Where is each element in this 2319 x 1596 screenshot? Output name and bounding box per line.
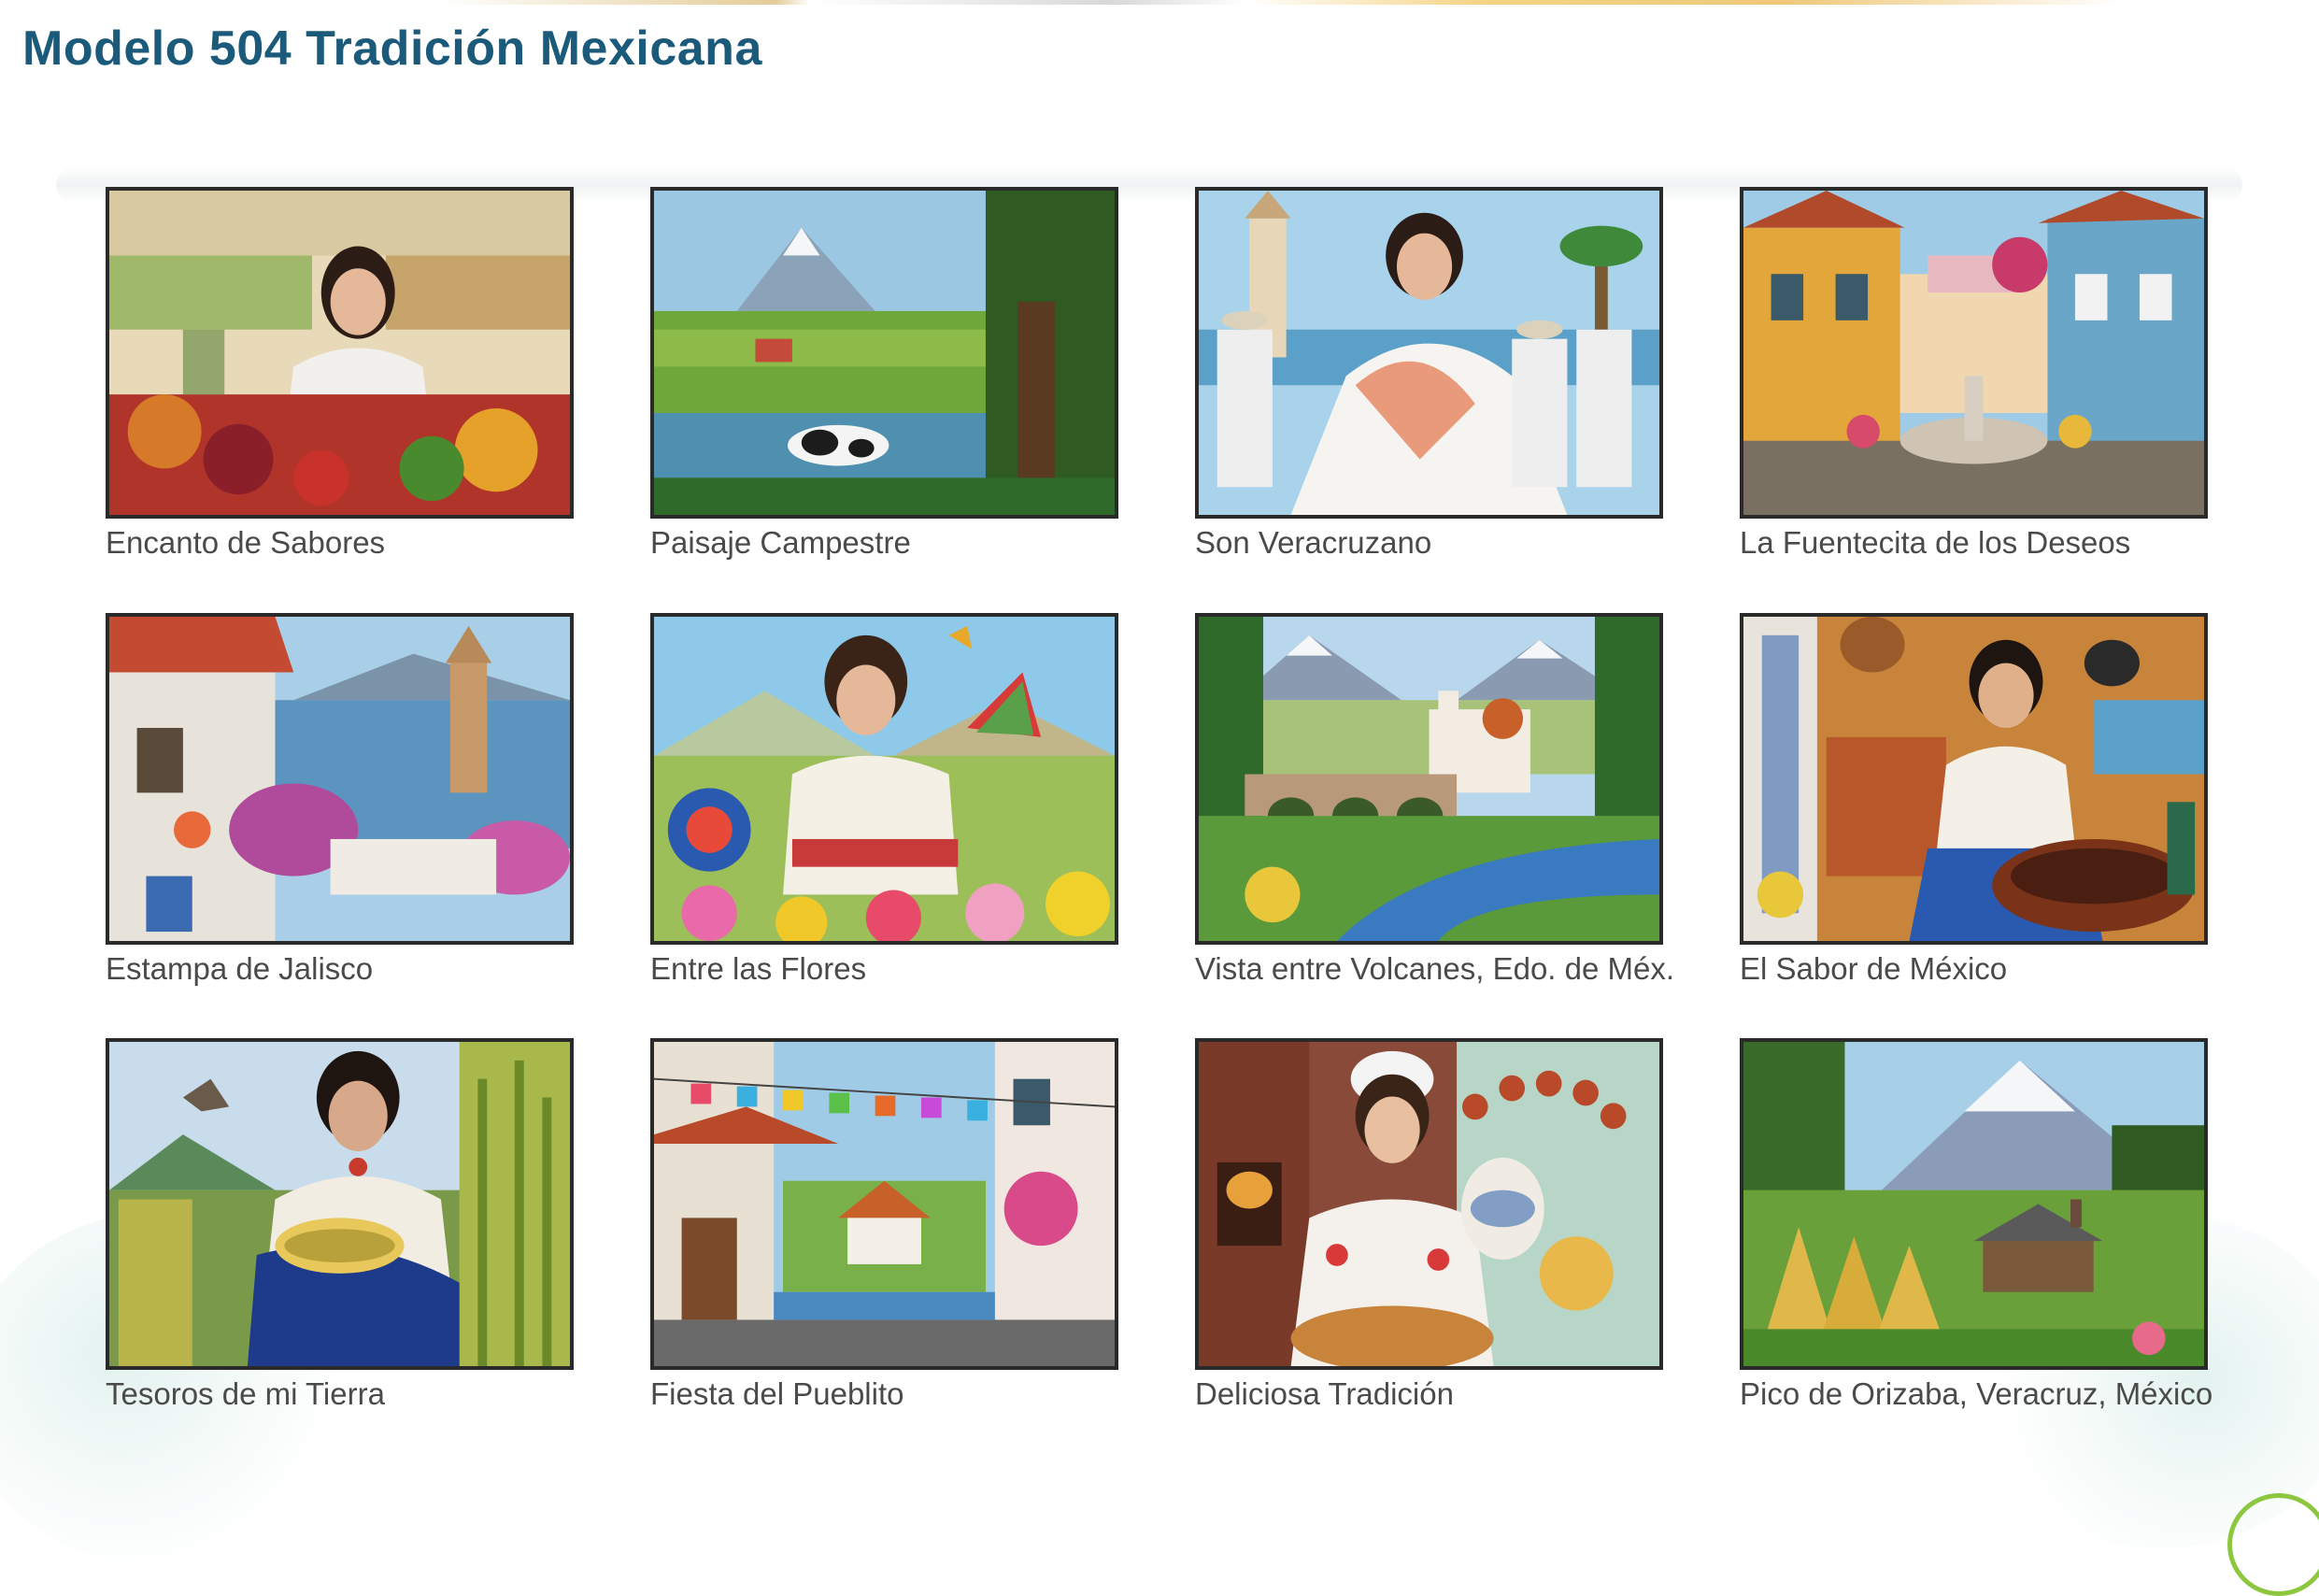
painting-image bbox=[1195, 1038, 1663, 1371]
page-title: Modelo 504 Tradición Mexicana bbox=[22, 21, 762, 76]
painting-image bbox=[1195, 187, 1663, 519]
painting-card[interactable]: Vista entre Volcanes, Edo. de Méx. bbox=[1195, 612, 1675, 988]
painting-grid: Encanto de Sabores Paisaje Campestre Son… bbox=[106, 187, 2213, 1413]
painting-image bbox=[1740, 612, 2208, 945]
painting-card[interactable]: Son Veracruzano bbox=[1195, 187, 1663, 562]
painting-card[interactable]: Estampa de Jalisco bbox=[106, 612, 574, 988]
painting-title: El Sabor de México bbox=[1740, 950, 2008, 986]
painting-card[interactable]: Fiesta del Pueblito bbox=[650, 1038, 1118, 1413]
painting-title: Son Veracruzano bbox=[1195, 525, 1432, 560]
painting-card[interactable]: Encanto de Sabores bbox=[106, 187, 574, 562]
painting-card[interactable]: La Fuentecita de los Deseos bbox=[1740, 187, 2208, 562]
painting-title: Estampa de Jalisco bbox=[106, 950, 374, 986]
painting-card[interactable]: Pico de Orizaba, Veracruz, México bbox=[1740, 1038, 2213, 1413]
painting-title: Deliciosa Tradición bbox=[1195, 1376, 1454, 1412]
painting-image bbox=[106, 1038, 574, 1371]
painting-image bbox=[1195, 612, 1663, 945]
top-decorative-strip bbox=[439, 0, 2121, 5]
painting-card[interactable]: Entre las Flores bbox=[650, 612, 1118, 988]
painting-card[interactable]: Paisaje Campestre bbox=[650, 187, 1118, 562]
corner-logo bbox=[2227, 1493, 2319, 1596]
painting-title: Entre las Flores bbox=[650, 950, 867, 986]
painting-card[interactable]: Deliciosa Tradición bbox=[1195, 1038, 1663, 1413]
painting-image bbox=[1740, 187, 2208, 519]
painting-image bbox=[106, 612, 574, 945]
painting-title: Paisaje Campestre bbox=[650, 525, 911, 560]
painting-image bbox=[650, 1038, 1118, 1371]
painting-title: La Fuentecita de los Deseos bbox=[1740, 525, 2131, 560]
painting-card[interactable]: El Sabor de México bbox=[1740, 612, 2208, 988]
painting-image bbox=[650, 612, 1118, 945]
painting-card[interactable]: Tesoros de mi Tierra bbox=[106, 1038, 574, 1413]
painting-title: Tesoros de mi Tierra bbox=[106, 1376, 385, 1412]
painting-image bbox=[1740, 1038, 2208, 1371]
painting-title: Encanto de Sabores bbox=[106, 525, 386, 560]
painting-title: Fiesta del Pueblito bbox=[650, 1376, 904, 1412]
painting-title: Pico de Orizaba, Veracruz, México bbox=[1740, 1376, 2213, 1412]
painting-title: Vista entre Volcanes, Edo. de Méx. bbox=[1195, 950, 1675, 986]
painting-image bbox=[106, 187, 574, 519]
painting-image bbox=[650, 187, 1118, 519]
